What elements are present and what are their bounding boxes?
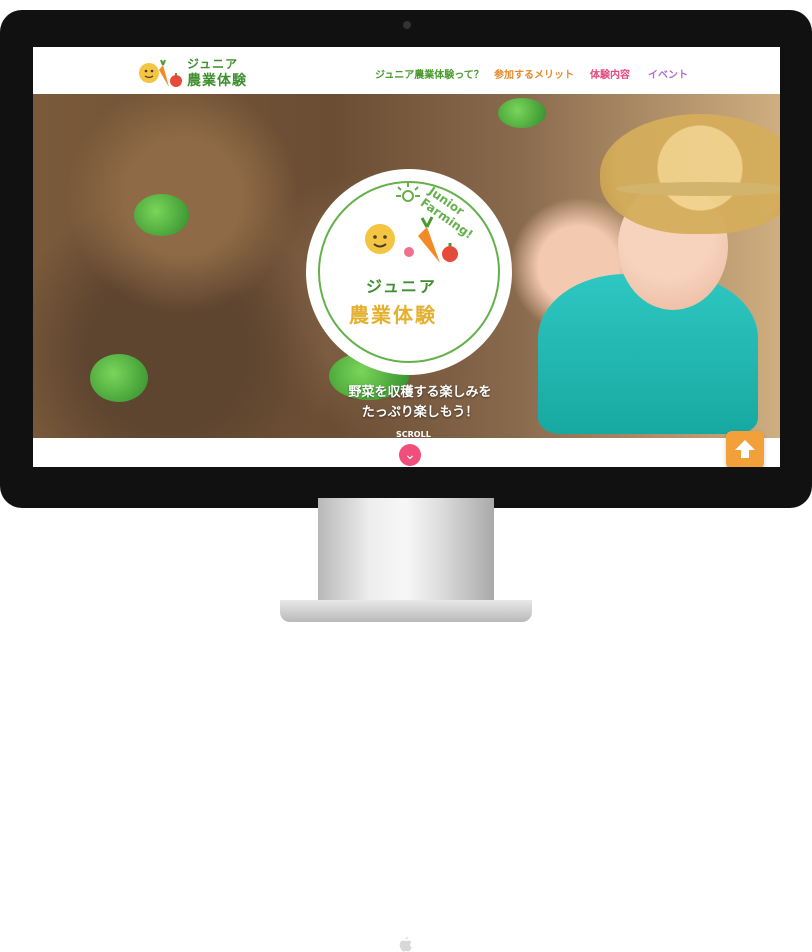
nav-about[interactable]: ジュニア農業体験って？: [375, 66, 484, 81]
site-logo[interactable]: ジュニア 農業体験: [135, 55, 285, 89]
monitor-frame: ジュニア 農業体験 ジュニア農業体験って？ 参加するメリット 体験内容 イベント: [0, 10, 812, 952]
catch-copy-line-1: 野菜を収穫する楽しみを: [348, 385, 492, 400]
arrow-up-icon: [735, 440, 755, 458]
hat-band: [616, 182, 780, 196]
emblem-title-junior: ジュニア: [366, 277, 437, 296]
scroll-down-button[interactable]: ⌄: [399, 444, 421, 466]
hero-emblem: Junior Farming! ジュニア 農業体験: [306, 169, 512, 375]
nav-benefits[interactable]: 参加するメリット: [494, 66, 574, 81]
camera-icon: [403, 21, 411, 29]
logo-text-farm-experience: 農業体験: [187, 73, 247, 89]
straw-hat: [600, 114, 780, 234]
monitor-stand: [318, 498, 494, 603]
emblem-title-farm-experience: 農業体験: [349, 303, 437, 327]
hero-image: Junior Farming! ジュニア 農業体験 野菜を収穫する楽しみを たっ…: [33, 94, 780, 466]
monitor-base: [280, 600, 532, 622]
farm-mascot-icon: [139, 59, 182, 87]
scroll-label: SCROLL: [396, 430, 431, 439]
plant-image: [498, 98, 546, 128]
catch-copy-line-2: たっぷり楽しもう！: [361, 405, 479, 420]
website-screen: ジュニア 農業体験 ジュニア農業体験って？ 参加するメリット 体験内容 イベント: [33, 47, 780, 467]
sun-icon: [396, 183, 420, 202]
chevron-down-icon: ⌄: [404, 447, 416, 463]
nav-events[interactable]: イベント: [648, 66, 688, 81]
plant-image: [90, 354, 148, 402]
vegetable-mascot-icon: [365, 216, 458, 263]
plant-image: [134, 194, 189, 236]
apple-logo-icon: [399, 937, 412, 952]
catch-copy: 野菜を収穫する楽しみを たっぷり楽しもう！: [345, 383, 495, 423]
back-to-top-button[interactable]: [726, 431, 764, 467]
site-header: ジュニア 農業体験 ジュニア農業体験って？ 参加するメリット 体験内容 イベント: [33, 47, 780, 94]
nav-contents[interactable]: 体験内容: [590, 66, 630, 81]
